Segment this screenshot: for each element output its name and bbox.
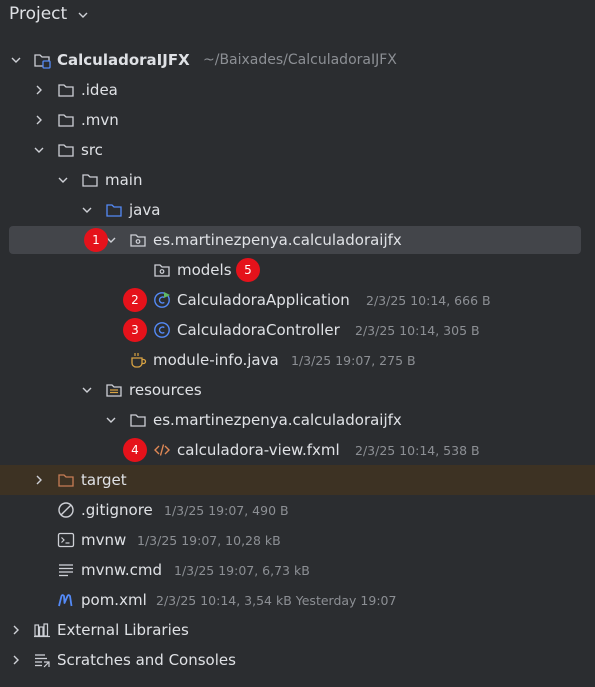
- tree-row-mvnw[interactable]: mvnw 1/3/25 19:07, 10,28 kB: [0, 525, 595, 555]
- chevron-right-icon[interactable]: [10, 624, 22, 636]
- tree-row-fxml[interactable]: calculadora-view.fxml 2/3/25 10:14, 538 …: [0, 435, 595, 465]
- java-application-class-icon: [154, 292, 170, 308]
- tree-label-controller: CalculadoraController: [177, 321, 340, 339]
- tree-label-target: target: [81, 471, 127, 489]
- tree-label-package-java: es.martinezpenya.calculadoraijfx: [153, 231, 402, 249]
- tree-row-external-libraries[interactable]: External Libraries: [0, 615, 595, 645]
- folder-icon: [82, 174, 98, 187]
- chevron-down-icon[interactable]: [81, 204, 93, 216]
- chevron-down-icon[interactable]: [33, 144, 45, 156]
- tree-label-src: src: [81, 141, 103, 159]
- resources-folder-icon: [106, 384, 122, 397]
- package-icon: [154, 264, 170, 277]
- module-folder-icon: [34, 54, 51, 69]
- tree-meta-mvnw-cmd: 1/3/25 19:07, 6,73 kB: [174, 563, 310, 578]
- tree-meta-controller: 2/3/25 10:14, 305 B: [355, 323, 480, 338]
- tree-label-root: CalculadoraIJFX: [57, 51, 190, 69]
- tree-path-root: ~/Baixades/CalculadoraIJFX: [203, 52, 397, 68]
- java-module-icon: [131, 353, 147, 368]
- scratches-icon: [35, 654, 50, 668]
- tree-meta-gitignore: 1/3/25 19:07, 490 B: [164, 503, 289, 518]
- tree-meta-fxml: 2/3/25 10:14, 538 B: [355, 443, 480, 458]
- tree-meta-app: 2/3/25 10:14, 666 B: [366, 293, 491, 308]
- tree-row-mvnw-cmd[interactable]: mvnw.cmd 1/3/25 19:07, 6,73 kB: [0, 555, 595, 585]
- folder-icon: [130, 414, 146, 427]
- chevron-right-icon[interactable]: [33, 474, 45, 486]
- tree-row-target[interactable]: target: [0, 465, 595, 495]
- tree-row-main[interactable]: main: [0, 165, 595, 195]
- tree-row-gitignore[interactable]: .gitignore 1/3/25 19:07, 490 B: [0, 495, 595, 525]
- library-icon: [34, 623, 50, 638]
- tree-label-resources: resources: [129, 381, 202, 399]
- tree-label-fxml: calculadora-view.fxml: [177, 441, 340, 459]
- tree-row-src[interactable]: src: [0, 135, 595, 165]
- chevron-down-icon[interactable]: [10, 54, 22, 66]
- tree-meta-mvnw: 1/3/25 19:07, 10,28 kB: [137, 533, 281, 548]
- chevron-right-icon[interactable]: [33, 84, 45, 96]
- java-class-icon: [154, 322, 170, 338]
- ignore-file-icon: [58, 502, 74, 518]
- tree-label-mvnw: mvnw: [81, 531, 127, 549]
- tree-meta-module-info: 1/3/25 19:07, 275 B: [291, 353, 416, 368]
- tree-meta-pom: 2/3/25 10:14, 3,54 kB Yesterday 19:07: [156, 593, 397, 608]
- text-file-icon: [59, 564, 73, 577]
- tree-row-mvn[interactable]: .mvn: [0, 105, 595, 135]
- package-icon: [130, 234, 146, 247]
- project-tool-window-header: Project: [0, 0, 595, 30]
- tree-label-scratches: Scratches and Consoles: [57, 651, 236, 669]
- excluded-folder-icon: [58, 474, 74, 487]
- tree-row-app[interactable]: CalculadoraApplication 2/3/25 10:14, 666…: [0, 285, 595, 315]
- tree-row-models[interactable]: models: [0, 255, 595, 285]
- tree-label-main: main: [105, 171, 143, 189]
- tree-row-root[interactable]: CalculadoraIJFX ~/Baixades/CalculadoraIJ…: [0, 45, 595, 75]
- project-view-title[interactable]: Project: [9, 4, 67, 24]
- annotation-badge-4: 4: [123, 438, 147, 462]
- chevron-right-icon[interactable]: [33, 114, 45, 126]
- chevron-down-icon[interactable]: [77, 9, 89, 21]
- tree-label-models: models: [177, 261, 232, 279]
- tree-label-gitignore: .gitignore: [81, 501, 153, 519]
- tree-label-module-info: module-info.java: [153, 351, 279, 369]
- chevron-down-icon[interactable]: [57, 174, 69, 186]
- tree-row-module-info[interactable]: module-info.java 1/3/25 19:07, 275 B: [0, 345, 595, 375]
- folder-icon: [58, 84, 74, 97]
- annotation-badge-3: 3: [123, 318, 147, 342]
- tree-label-idea: .idea: [81, 81, 118, 99]
- chevron-down-icon[interactable]: [81, 384, 93, 396]
- tree-label-external-libraries: External Libraries: [57, 621, 189, 639]
- maven-icon: [58, 594, 73, 607]
- chevron-right-icon[interactable]: [10, 654, 22, 666]
- folder-icon: [58, 144, 74, 157]
- tree-row-pom[interactable]: pom.xml 2/3/25 10:14, 3,54 kB Yesterday …: [0, 585, 595, 615]
- tree-label-mvn: .mvn: [81, 111, 119, 129]
- chevron-down-icon[interactable]: [105, 414, 117, 426]
- fxml-file-icon: [154, 444, 170, 456]
- tree-row-package-resources[interactable]: es.martinezpenya.calculadoraijfx: [0, 405, 595, 435]
- annotation-badge-1: 1: [84, 228, 108, 252]
- tree-label-app: CalculadoraApplication: [177, 291, 350, 309]
- tree-row-idea[interactable]: .idea: [0, 75, 595, 105]
- tree-row-java[interactable]: java: [0, 195, 595, 225]
- source-folder-icon: [106, 204, 122, 217]
- annotation-badge-5: 5: [236, 258, 260, 282]
- tree-label-java: java: [129, 201, 161, 219]
- shell-script-icon: [57, 532, 75, 548]
- tree-row-controller[interactable]: CalculadoraController 2/3/25 10:14, 305 …: [0, 315, 595, 345]
- tree-label-package-resources: es.martinezpenya.calculadoraijfx: [153, 411, 402, 429]
- annotation-badge-2: 2: [123, 288, 147, 312]
- tree-label-pom: pom.xml: [81, 591, 147, 609]
- tree-row-scratches[interactable]: Scratches and Consoles: [0, 645, 595, 675]
- folder-icon: [58, 114, 74, 127]
- tree-label-mvnw-cmd: mvnw.cmd: [81, 561, 163, 579]
- tree-row-resources[interactable]: resources: [0, 375, 595, 405]
